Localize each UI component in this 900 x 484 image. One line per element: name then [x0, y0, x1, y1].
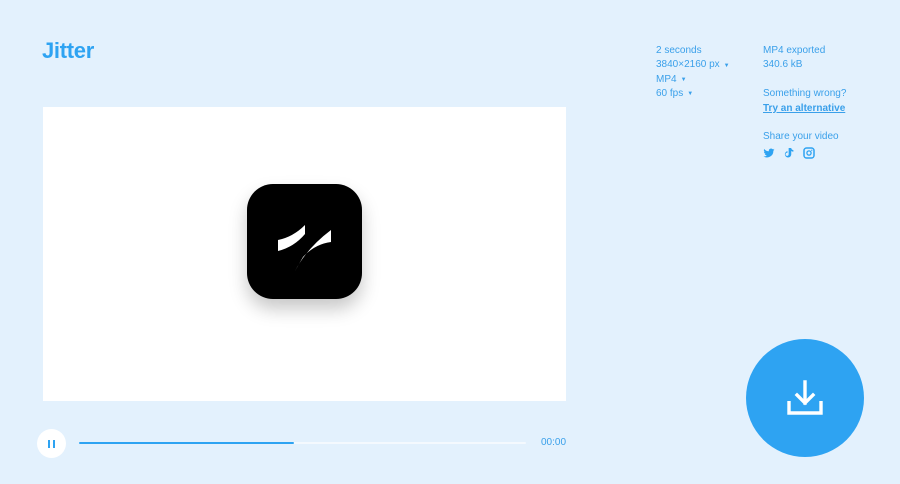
format-select[interactable]: MP4 ▼ — [656, 73, 730, 87]
pause-icon — [47, 439, 51, 448]
progress-fill — [79, 442, 294, 444]
download-icon — [787, 380, 823, 415]
player-controls: 00:00 — [37, 429, 577, 458]
resolution-select[interactable]: 3840×2160 px ▼ — [656, 58, 730, 72]
problem-text: Something wrong? — [763, 88, 847, 100]
duration-text: 2 seconds — [656, 45, 702, 56]
time-display: 00:00 — [541, 437, 567, 448]
pause-button[interactable] — [37, 429, 66, 458]
share-label: Share your video — [763, 131, 839, 143]
progress-track[interactable] — [79, 442, 526, 444]
fps-select[interactable]: 60 fps ▼ — [656, 87, 730, 101]
try-alternative-link[interactable]: Try an alternative — [763, 102, 846, 116]
video-preview — [43, 107, 566, 401]
jitter-app-icon — [247, 184, 362, 299]
download-button[interactable] — [746, 339, 864, 457]
video-settings: 2 seconds 3840×2160 px ▼ MP4 ▼ 60 fps ▼ — [656, 44, 730, 102]
caret-down-icon: ▼ — [680, 77, 687, 84]
export-info: MP4 exported 340.6 kB Something wrong? T… — [763, 44, 846, 159]
jitter-logo: Jitter — [42, 38, 94, 63]
caret-down-icon: ▼ — [723, 62, 730, 69]
share-icons — [763, 147, 846, 159]
instagram-icon[interactable] — [803, 147, 815, 159]
tiktok-icon[interactable] — [783, 147, 795, 159]
twitter-icon[interactable] — [763, 147, 775, 159]
caret-down-icon: ▼ — [687, 91, 694, 98]
file-size: 340.6 kB — [763, 59, 803, 71]
export-status: MP4 exported — [763, 45, 826, 56]
